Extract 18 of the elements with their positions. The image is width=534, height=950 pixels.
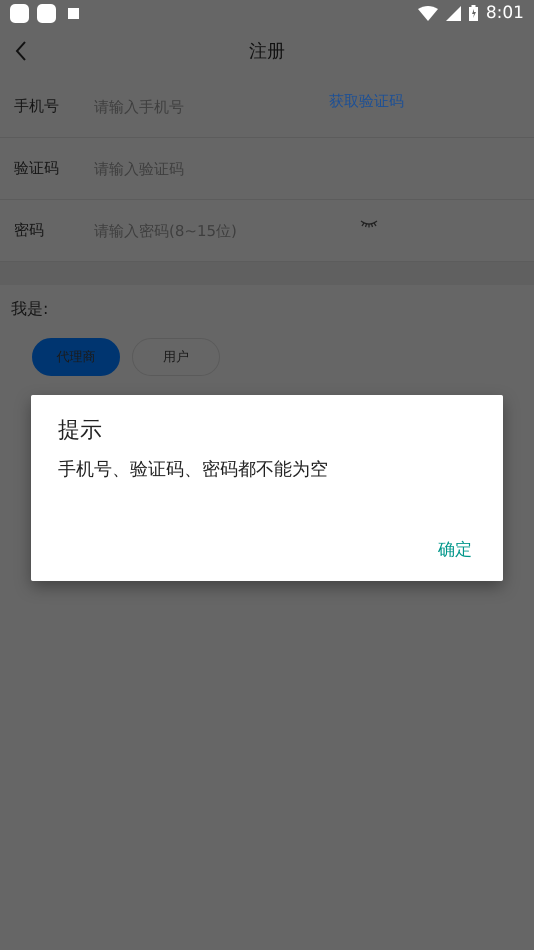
role-label: 我是: xyxy=(11,299,48,318)
page-title: 注册 xyxy=(249,40,285,63)
notification-icon xyxy=(68,8,79,18)
battery-icon xyxy=(468,5,478,21)
wifi-icon xyxy=(418,6,438,20)
status-time: 8:01 xyxy=(486,3,524,23)
role-option[interactable]: 用户 xyxy=(132,338,220,376)
field-label: 手机号 xyxy=(14,97,60,116)
signal-icon xyxy=(446,6,461,20)
confirm-button[interactable]: 确定 xyxy=(438,538,472,561)
notification-icon xyxy=(37,4,56,22)
notification-icon xyxy=(10,4,29,22)
field-label: 密码 xyxy=(14,221,45,240)
field-label: 验证码 xyxy=(14,159,60,178)
closed-eye-icon[interactable] xyxy=(360,220,378,228)
dialog-message: 手机号、验证码、密码都不能为空 xyxy=(58,458,329,481)
back-icon[interactable] xyxy=(14,40,28,62)
dialog-title: 提示 xyxy=(58,417,103,445)
